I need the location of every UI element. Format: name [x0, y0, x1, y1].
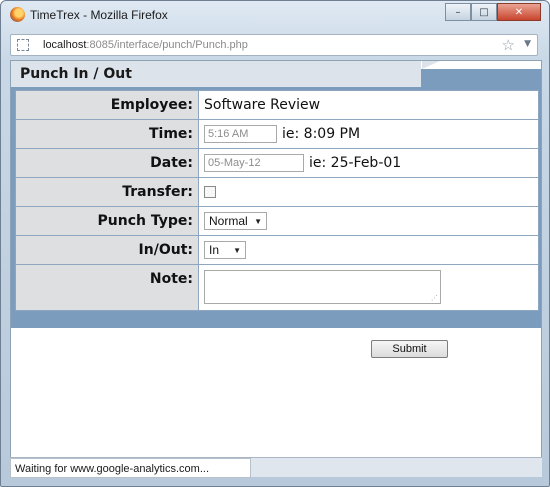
- transfer-label: Transfer:: [15, 177, 199, 207]
- date-row: Date: 05-May-12 ie: 25-Feb-01: [15, 148, 539, 178]
- punch-form-table: Employee: Software Review Time: 5:16 AM i…: [15, 90, 539, 311]
- section-header: Punch In / Out: [11, 61, 541, 87]
- date-cell: 05-May-12 ie: 25-Feb-01: [198, 148, 539, 178]
- time-example: ie: 8:09 PM: [282, 126, 361, 142]
- section-title: Punch In / Out: [20, 66, 132, 82]
- submit-button[interactable]: Submit: [371, 340, 448, 358]
- star-icon[interactable]: ☆: [502, 36, 515, 54]
- dropdown-icon[interactable]: ▼: [524, 39, 531, 49]
- window-controls: – □ ✕: [445, 3, 541, 21]
- url-path: :8085/interface/punch/Punch.php: [86, 39, 248, 51]
- punch-type-cell: Normal ▼: [198, 206, 539, 236]
- chevron-down-icon: ▼: [254, 216, 262, 226]
- date-input[interactable]: 05-May-12: [204, 154, 304, 172]
- resize-grip-icon[interactable]: ⋰: [431, 294, 438, 302]
- punch-type-select[interactable]: Normal ▼: [204, 212, 267, 230]
- minimize-button[interactable]: –: [445, 3, 471, 21]
- url-host: localhost: [43, 39, 87, 51]
- date-example: ie: 25-Feb-01: [309, 155, 402, 171]
- time-row: Time: 5:16 AM ie: 8:09 PM: [15, 119, 539, 149]
- in-out-cell: In ▼: [198, 235, 539, 265]
- chevron-down-icon: ▼: [233, 245, 241, 255]
- time-cell: 5:16 AM ie: 8:09 PM: [198, 119, 539, 149]
- employee-row: Employee: Software Review: [15, 90, 539, 120]
- status-bar: Waiting for www.google-analytics.com...: [10, 457, 542, 478]
- note-row: Note: ⋰: [15, 264, 539, 311]
- transfer-checkbox[interactable]: [204, 186, 216, 198]
- in-out-select[interactable]: In ▼: [204, 241, 246, 259]
- employee-label: Employee:: [15, 90, 199, 120]
- in-out-selected: In: [209, 243, 220, 257]
- section-tab-slant: [422, 61, 440, 69]
- address-bar[interactable]: localhost:8085/interface/punch/Punch.php…: [10, 34, 538, 56]
- punch-type-row: Punch Type: Normal ▼: [15, 206, 539, 236]
- punch-type-selected: Normal: [209, 214, 248, 228]
- note-cell: ⋰: [198, 264, 539, 311]
- punch-form: Employee: Software Review Time: 5:16 AM i…: [11, 87, 541, 328]
- close-button[interactable]: ✕: [497, 3, 541, 21]
- employee-value: Software Review: [198, 90, 539, 120]
- date-label: Date:: [15, 148, 199, 178]
- page-icon: [17, 39, 29, 51]
- page-viewport: Punch In / Out Employee: Software Review…: [10, 60, 542, 476]
- firefox-icon: [10, 7, 25, 22]
- url-text: localhost:8085/interface/punch/Punch.php: [43, 39, 248, 51]
- maximize-button[interactable]: □: [471, 3, 497, 21]
- note-textarea[interactable]: ⋰: [204, 270, 441, 304]
- in-out-label: In/Out:: [15, 235, 199, 265]
- browser-window: TimeTrex - Mozilla Firefox – □ ✕ localho…: [0, 0, 550, 487]
- transfer-cell: [198, 177, 539, 207]
- time-input[interactable]: 5:16 AM: [204, 125, 277, 143]
- transfer-row: Transfer:: [15, 177, 539, 207]
- title-bar[interactable]: TimeTrex - Mozilla Firefox – □ ✕: [1, 1, 549, 29]
- in-out-row: In/Out: In ▼: [15, 235, 539, 265]
- punch-type-label: Punch Type:: [15, 206, 199, 236]
- time-label: Time:: [15, 119, 199, 149]
- note-label: Note:: [15, 264, 199, 311]
- window-title: TimeTrex - Mozilla Firefox: [30, 8, 168, 22]
- status-text: Waiting for www.google-analytics.com...: [10, 458, 251, 478]
